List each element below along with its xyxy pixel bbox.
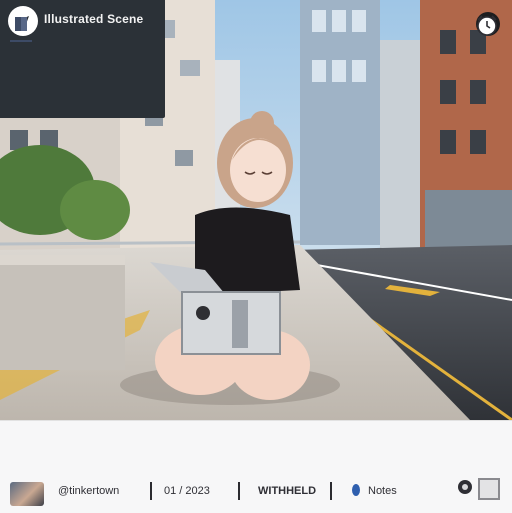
book-icon[interactable] — [10, 12, 32, 38]
toolbar-label-status: WITHHELD — [258, 485, 317, 497]
active-tab-indicator — [10, 40, 32, 42]
overlay-title: Illustrated Scene — [44, 12, 144, 26]
avatar-thumbnail[interactable] — [10, 482, 44, 506]
camera-icon[interactable] — [456, 478, 474, 496]
toolbar-label-notes[interactable]: Notes — [368, 485, 397, 497]
scene-image: Illustrated Scene — [0, 0, 512, 420]
toolbar-label-user[interactable]: @tinkertown — [58, 485, 119, 497]
toolbar-label-date: 01 / 2023 — [164, 485, 210, 497]
separator — [330, 482, 332, 500]
pin-icon[interactable] — [350, 482, 362, 498]
alarm-icon[interactable] — [474, 12, 500, 38]
square-icon[interactable] — [478, 478, 500, 500]
bottom-toolbar — [0, 420, 512, 513]
separator — [150, 482, 152, 500]
separator — [238, 482, 240, 500]
